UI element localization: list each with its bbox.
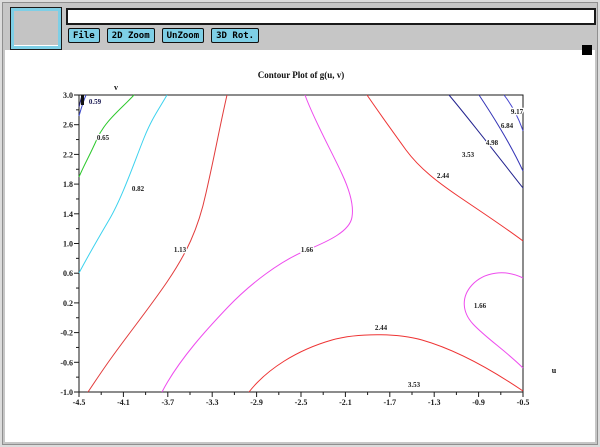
rotate-3d-button[interactable]: 3D Rot.: [211, 28, 259, 43]
message-bar: [66, 8, 596, 25]
unzoom-button[interactable]: UnZoom: [162, 28, 205, 43]
black-square-marker: [582, 45, 592, 55]
zoom-2d-button[interactable]: 2D Zoom: [107, 28, 155, 43]
window-menu-button[interactable]: [10, 7, 62, 50]
scilab-graphics-window: -4.5-4.1-3.7-3.3-2.9-2.5-2.1-1.7-1.3-0.9…: [0, 0, 600, 447]
file-button[interactable]: File: [68, 28, 100, 43]
toolbar-button-row: File 2D Zoom UnZoom 3D Rot.: [68, 28, 259, 43]
plot-canvas: [5, 50, 595, 442]
